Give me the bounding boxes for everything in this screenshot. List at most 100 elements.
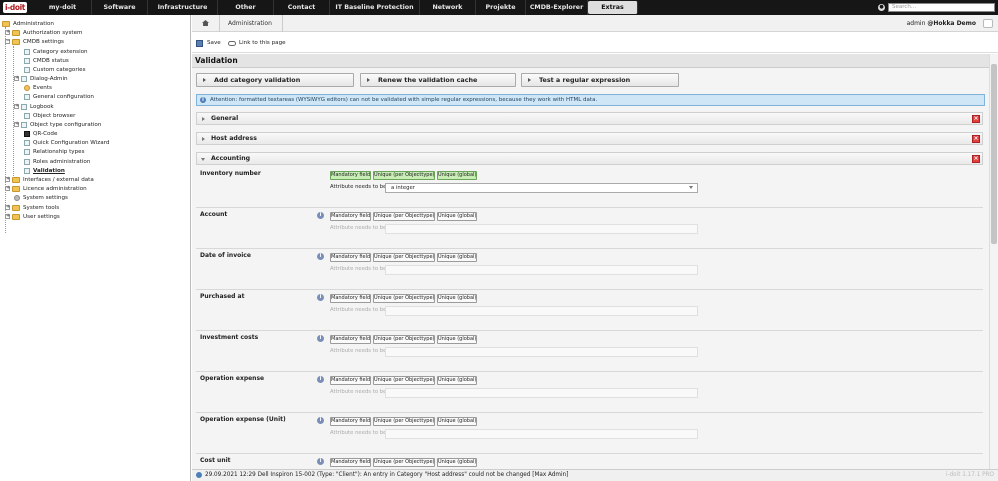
unique-per-objecttype-toggle[interactable]: Unique (per Objecttype) [373, 335, 435, 344]
nav-network[interactable]: Network [420, 0, 476, 15]
help-icon[interactable]: i [317, 212, 324, 219]
help-icon[interactable]: i [317, 417, 324, 424]
page-icon [24, 48, 30, 55]
section-general[interactable]: General × [196, 112, 983, 125]
help-icon[interactable]: i [317, 253, 324, 260]
collapse-icon[interactable]: − [5, 39, 10, 44]
tree-root[interactable]: Administration [2, 19, 54, 28]
nav-cmdb-explorer[interactable]: CMDB-Explorer [526, 0, 588, 15]
tree-item-user-settings[interactable]: + User settings [5, 212, 60, 221]
logout-icon[interactable] [983, 19, 993, 28]
expand-icon[interactable]: + [5, 214, 10, 219]
search-input[interactable]: Search... [888, 3, 995, 12]
i-doit-logo[interactable]: i-doit [3, 2, 27, 13]
attribute-type-select[interactable]: a integer [385, 183, 698, 193]
tree-item-system-settings[interactable]: System settings [14, 193, 68, 202]
mandatory-field-toggle[interactable]: Mandatory field [330, 294, 371, 303]
tree-item-licence-administration[interactable]: + Licence administration [5, 184, 87, 193]
unique-global-toggle[interactable]: Unique (global) [437, 376, 477, 385]
info-message: i Attention: formatted textareas (WYSIWY… [196, 94, 985, 106]
tree-item-interfaces-external-data[interactable]: + Interfaces / external data [5, 175, 94, 184]
nav-it-baseline-protection[interactable]: IT Baseline Protection [330, 0, 420, 15]
test-regular-expression-button[interactable]: Test a regular expression [521, 73, 679, 87]
help-icon[interactable]: i [317, 335, 324, 342]
unique-global-toggle[interactable]: Unique (global) [437, 335, 477, 344]
expand-icon[interactable]: + [5, 205, 10, 210]
tree-item-events[interactable]: Events [24, 83, 52, 92]
page-icon [24, 167, 30, 174]
unique-global-toggle[interactable]: Unique (global) [437, 212, 477, 221]
tree-item-authorization-system[interactable]: + Authorization system [5, 28, 82, 37]
expand-icon[interactable]: + [14, 104, 19, 109]
nav-software[interactable]: Software [92, 0, 148, 15]
mandatory-field-toggle[interactable]: Mandatory field [330, 171, 371, 180]
expand-icon[interactable]: + [5, 186, 10, 191]
mandatory-field-toggle[interactable]: Mandatory field [330, 417, 371, 426]
add-category-validation-button[interactable]: Add category validation [196, 73, 354, 87]
vertical-scrollbar[interactable] [989, 54, 998, 469]
tree-item-object-type-configuration[interactable]: + Object type configuration [14, 120, 101, 129]
tree-item-system-tools[interactable]: + System tools [5, 203, 59, 212]
remove-section-icon[interactable]: × [972, 115, 980, 123]
tree-item-quick-configuration-wizard[interactable]: Quick Configuration Wizard [24, 138, 109, 147]
unique-per-objecttype-toggle[interactable]: Unique (per Objecttype) [373, 253, 435, 262]
unique-per-objecttype-toggle[interactable]: Unique (per Objecttype) [373, 376, 435, 385]
nav-infrastructure[interactable]: Infrastructure [148, 0, 218, 15]
user-icon[interactable]: ● [878, 4, 885, 11]
tree-item-relationship-types[interactable]: Relationship types [24, 147, 85, 156]
unique-global-toggle[interactable]: Unique (global) [437, 417, 477, 426]
remove-section-icon[interactable]: × [972, 155, 980, 163]
link-to-page-button[interactable]: Link to this page [228, 38, 286, 48]
tree-item-custom-categories[interactable]: Custom categories [24, 65, 86, 74]
mandatory-field-toggle[interactable]: Mandatory field [330, 376, 371, 385]
mandatory-field-toggle[interactable]: Mandatory field [330, 335, 371, 344]
mandatory-field-toggle[interactable]: Mandatory field [330, 458, 371, 467]
arrow-icon [367, 78, 370, 82]
home-icon[interactable] [202, 20, 209, 26]
breadcrumb-administration[interactable]: Administration [228, 15, 272, 32]
nav-projekte[interactable]: Projekte [476, 0, 526, 15]
unique-per-objecttype-toggle[interactable]: Unique (per Objecttype) [373, 212, 435, 221]
tree-item-cmdb-settings[interactable]: − CMDB settings [5, 37, 64, 46]
help-icon[interactable]: i [317, 294, 324, 301]
unique-per-objecttype-toggle[interactable]: Unique (per Objecttype) [373, 171, 435, 180]
help-icon[interactable]: i [317, 376, 324, 383]
page-icon [24, 158, 30, 165]
remove-section-icon[interactable]: × [972, 135, 980, 143]
mandatory-field-toggle[interactable]: Mandatory field [330, 212, 371, 221]
nav-other[interactable]: Other [218, 0, 274, 15]
expand-icon[interactable]: + [14, 76, 19, 81]
mandatory-field-toggle[interactable]: Mandatory field [330, 253, 371, 262]
save-button[interactable]: Save [196, 38, 221, 48]
unique-global-toggle[interactable]: Unique (global) [437, 458, 477, 467]
expand-icon[interactable]: + [5, 177, 10, 182]
unique-per-objecttype-toggle[interactable]: Unique (per Objecttype) [373, 458, 435, 467]
tree-item-category-extension[interactable]: Category extension [24, 47, 88, 56]
section-host-address[interactable]: Host address × [196, 132, 983, 145]
unique-per-objecttype-toggle[interactable]: Unique (per Objecttype) [373, 294, 435, 303]
save-icon [196, 39, 203, 47]
unique-per-objecttype-toggle[interactable]: Unique (per Objecttype) [373, 417, 435, 426]
section-accounting[interactable]: Accounting × [196, 152, 983, 165]
tree-item-object-browser[interactable]: Object browser [24, 111, 75, 120]
tree-item-validation[interactable]: Validation [24, 166, 65, 175]
unique-global-toggle[interactable]: Unique (global) [437, 171, 477, 180]
attribute-type-select [385, 429, 698, 439]
tree-item-logbook[interactable]: + Logbook [14, 102, 54, 111]
expand-icon[interactable]: + [5, 30, 10, 35]
tree-item-qr-code[interactable]: QR-Code [24, 129, 57, 138]
tree-item-cmdb-status[interactable]: CMDB status [24, 56, 69, 65]
tree-item-general-configuration[interactable]: General configuration [24, 92, 94, 101]
nav-extras[interactable]: Extras [588, 1, 638, 14]
tenant-name[interactable]: @Hokka Demo [927, 20, 976, 27]
expand-icon[interactable]: + [14, 122, 19, 127]
scrollbar-thumb[interactable] [991, 64, 997, 244]
tree-item-dialog-admin[interactable]: + Dialog-Admin [14, 74, 68, 83]
nav-contact[interactable]: Contact [274, 0, 330, 15]
nav-my-doit[interactable]: my-doit [34, 0, 92, 15]
renew-validation-cache-button[interactable]: Renew the validation cache [360, 73, 516, 87]
unique-global-toggle[interactable]: Unique (global) [437, 294, 477, 303]
unique-global-toggle[interactable]: Unique (global) [437, 253, 477, 262]
tree-item-roles-administration[interactable]: Roles administration [24, 157, 90, 166]
help-icon[interactable]: i [317, 458, 324, 465]
